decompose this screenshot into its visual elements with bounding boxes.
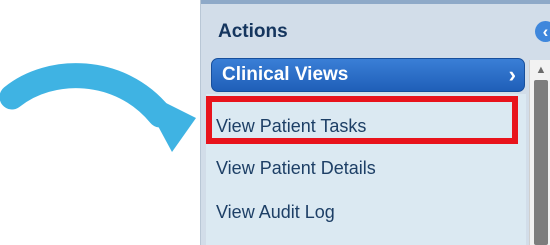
actions-header: Actions ‹	[209, 18, 550, 46]
chevron-right-icon: ›	[508, 62, 516, 87]
pointer-arrow-icon	[0, 63, 196, 152]
actions-title: Actions	[218, 21, 288, 42]
scrollbar[interactable]: ▲	[529, 60, 550, 245]
scroll-up-icon[interactable]: ▲	[530, 60, 550, 80]
clinical-views-button[interactable]: Clinical Views ›	[211, 58, 525, 92]
panel-top-border	[201, 0, 550, 4]
menu-item-view-audit-log[interactable]: View Audit Log	[216, 202, 335, 223]
clinical-views-menu: View Patient Tasks View Patient Details …	[206, 94, 526, 245]
menu-item-view-patient-tasks[interactable]: View Patient Tasks	[216, 116, 366, 137]
collapse-panel-icon[interactable]: ‹	[535, 21, 550, 42]
scroll-thumb[interactable]	[534, 80, 548, 245]
clinical-views-label: Clinical Views	[222, 64, 349, 85]
actions-panel: Actions ‹ Clinical Views › View Patient …	[200, 0, 550, 245]
menu-item-view-patient-details[interactable]: View Patient Details	[216, 158, 376, 179]
